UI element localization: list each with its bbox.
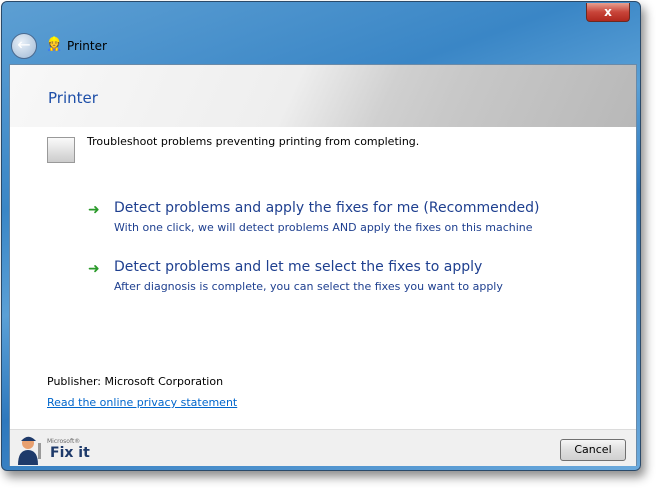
brand-logo: Fix it: [50, 445, 90, 461]
header-banner: Printer: [10, 65, 636, 127]
green-arrow-icon: ➜: [88, 202, 100, 218]
publisher: Publisher: Microsoft Corporation: [47, 375, 224, 388]
option-title: Detect problems and apply the fixes for …: [114, 200, 540, 216]
window: x ← 👷 Printer Printer Troubleshoot probl…: [1, 1, 641, 471]
green-arrow-icon: ➜: [88, 261, 100, 277]
fixit-technician-icon: 👷: [46, 37, 63, 52]
privacy-statement-link[interactable]: Read the online privacy statement: [47, 396, 237, 409]
description: Troubleshoot problems preventing printin…: [87, 135, 420, 148]
page-title: Printer: [48, 89, 98, 107]
close-button[interactable]: x: [586, 3, 630, 22]
option-subtitle: With one click, we will detect problems …: [114, 221, 533, 234]
back-arrow-icon: ←: [17, 35, 31, 54]
window-title: Printer: [67, 39, 107, 53]
content-area: Printer Troubleshoot problems preventing…: [9, 64, 637, 466]
back-button[interactable]: ←: [11, 33, 37, 59]
option-title: Detect problems and let me select the fi…: [114, 259, 483, 275]
printer-icon: [47, 137, 75, 163]
fixit-mascot-icon: [14, 433, 48, 465]
footer: Microsoft® Fix it Cancel: [10, 429, 636, 466]
brand-small: Microsoft®: [47, 438, 81, 445]
cancel-button[interactable]: Cancel: [560, 439, 626, 461]
option-subtitle: After diagnosis is complete, you can sel…: [114, 280, 503, 293]
